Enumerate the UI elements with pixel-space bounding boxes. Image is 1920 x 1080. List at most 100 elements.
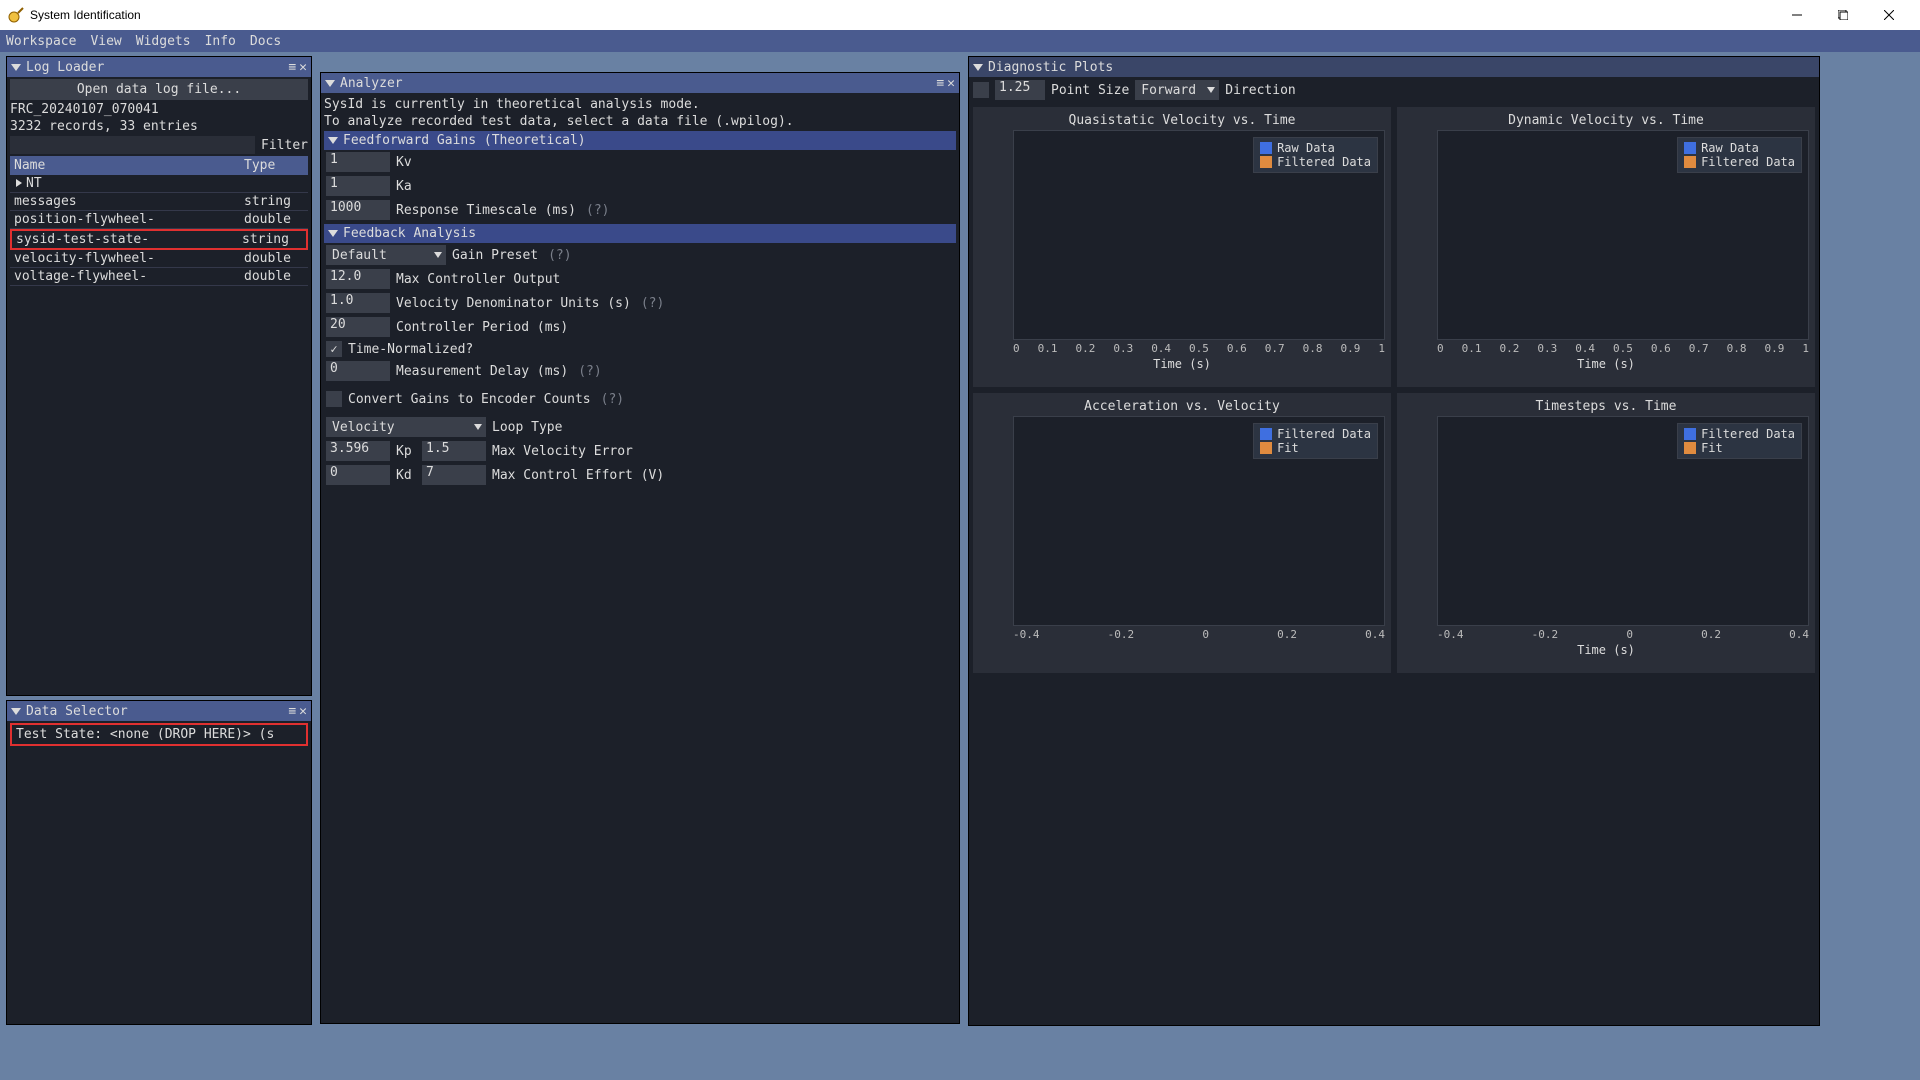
legend-swatch — [1684, 428, 1696, 440]
panel-menu-icon[interactable]: ≡ — [936, 76, 944, 91]
plot-area[interactable]: Raw DataFiltered Data — [1013, 130, 1385, 340]
filter-input[interactable] — [10, 136, 255, 154]
row-name: voltage-flywheel- — [14, 269, 244, 284]
chevron-down-icon — [1207, 87, 1215, 93]
combo-value: Velocity — [332, 420, 395, 435]
row-type: double — [244, 212, 304, 227]
collapse-icon[interactable] — [11, 64, 21, 71]
menu-view[interactable]: View — [90, 34, 121, 49]
test-state-drop[interactable]: Test State: <none (DROP HERE)> (s — [10, 723, 308, 746]
ff-section-header[interactable]: Feedforward Gains (Theoretical) — [324, 131, 956, 150]
table-row[interactable]: voltage-flywheel-double — [10, 268, 308, 286]
close-button[interactable] — [1866, 0, 1912, 30]
table-row[interactable]: velocity-flywheel-double — [10, 250, 308, 268]
panel-title: Log Loader — [26, 60, 104, 75]
ka-label: Ka — [396, 179, 412, 194]
minimize-button[interactable] — [1774, 0, 1820, 30]
help-icon[interactable]: (?) — [586, 203, 609, 218]
log-table-header: Name Type — [10, 156, 308, 175]
table-row[interactable]: sysid-test-state-string — [10, 229, 308, 250]
ka-input[interactable]: 1 — [326, 176, 390, 196]
collapse-icon[interactable] — [973, 64, 983, 71]
plot-area[interactable]: Filtered DataFit — [1013, 416, 1385, 626]
menu-workspace[interactable]: Workspace — [6, 34, 76, 49]
help-icon[interactable]: (?) — [641, 296, 664, 311]
panel-close-icon[interactable]: ✕ — [299, 60, 307, 75]
panel-menu-icon[interactable]: ≡ — [288, 60, 296, 75]
max-control-effort-label: Max Control Effort (V) — [492, 468, 664, 483]
measurement-delay-input[interactable]: 0 — [326, 361, 390, 381]
menu-info[interactable]: Info — [205, 34, 236, 49]
menu-docs[interactable]: Docs — [250, 34, 281, 49]
row-type: string — [244, 194, 304, 209]
direction-label: Direction — [1225, 83, 1295, 98]
x-label: Time (s) — [1403, 357, 1809, 371]
panel-close-icon[interactable]: ✕ — [299, 704, 307, 719]
menu-widgets[interactable]: Widgets — [136, 34, 191, 49]
help-icon[interactable]: (?) — [548, 248, 571, 263]
table-row[interactable]: NT — [10, 175, 308, 193]
table-row[interactable]: position-flywheel-double — [10, 211, 308, 229]
point-size-input[interactable]: 1.25 — [995, 80, 1045, 100]
panel-menu-icon[interactable]: ≡ — [288, 704, 296, 719]
collapse-icon[interactable] — [328, 137, 338, 144]
response-timescale-input[interactable]: 1000 — [326, 200, 390, 220]
time-normalized-label: Time-Normalized? — [348, 342, 473, 357]
fb-section-header[interactable]: Feedback Analysis — [324, 224, 956, 243]
velocity-denom-label: Velocity Denominator Units (s) — [396, 296, 631, 311]
gain-preset-combo[interactable]: Default — [326, 245, 446, 265]
panel-close-icon[interactable]: ✕ — [947, 76, 955, 91]
plot-area[interactable]: Raw DataFiltered Data — [1437, 130, 1809, 340]
log-loader-header[interactable]: Log Loader ≡ ✕ — [7, 57, 311, 77]
legend-row: Filtered Data — [1260, 427, 1371, 441]
analyzer-header[interactable]: Analyzer ≡ ✕ — [321, 73, 959, 93]
plot-area[interactable]: Filtered DataFit — [1437, 416, 1809, 626]
plot[interactable]: Acceleration vs. Velocity-0.5-0.4-0.3-0.… — [973, 393, 1391, 673]
panel-title: Data Selector — [26, 704, 128, 719]
help-icon[interactable]: (?) — [601, 392, 624, 407]
kd-input[interactable]: 0 — [326, 465, 390, 485]
plot[interactable]: Timesteps vs. Time05101520253035404550Ti… — [1397, 393, 1815, 673]
panel-title: Analyzer — [340, 76, 403, 91]
help-icon[interactable]: (?) — [578, 364, 601, 379]
tree-expand-icon[interactable] — [16, 179, 22, 187]
legend-swatch — [1684, 442, 1696, 454]
legend-row: Fit — [1684, 441, 1795, 455]
chevron-down-icon — [434, 252, 442, 258]
direction-combo[interactable]: Forward — [1135, 80, 1219, 100]
plot[interactable]: Quasistatic Velocity vs. Time00.10.20.30… — [973, 107, 1391, 387]
max-controller-output-input[interactable]: 12.0 — [326, 269, 390, 289]
maximize-button[interactable] — [1820, 0, 1866, 30]
data-selector-header[interactable]: Data Selector ≡ ✕ — [7, 701, 311, 721]
table-row[interactable]: messagesstring — [10, 193, 308, 211]
legend-row: Filtered Data — [1684, 427, 1795, 441]
loop-type-combo[interactable]: Velocity — [326, 417, 486, 437]
x-label: Time (s) — [979, 357, 1385, 371]
kv-label: Kv — [396, 155, 412, 170]
row-name: velocity-flywheel- — [14, 251, 244, 266]
x-ticks: 00.10.20.30.40.50.60.70.80.91 — [1013, 342, 1385, 355]
chevron-down-icon — [474, 424, 482, 430]
x-ticks: 00.10.20.30.40.50.60.70.80.91 — [1437, 342, 1809, 355]
collapse-icon[interactable] — [325, 80, 335, 87]
max-velocity-error-input[interactable]: 1.5 — [422, 441, 486, 461]
kp-input[interactable]: 3.596 — [326, 441, 390, 461]
collapse-icon[interactable] — [11, 708, 21, 715]
velocity-denom-input[interactable]: 1.0 — [326, 293, 390, 313]
row-type: double — [244, 269, 304, 284]
section-title: Feedforward Gains (Theoretical) — [343, 133, 586, 148]
row-name: position-flywheel- — [14, 212, 244, 227]
plot[interactable]: Dynamic Velocity vs. Time00.10.20.30.40.… — [1397, 107, 1815, 387]
kv-input[interactable]: 1 — [326, 152, 390, 172]
point-size-toggle[interactable] — [973, 82, 989, 98]
window-title: System Identification — [30, 8, 141, 22]
max-control-effort-input[interactable]: 7 — [422, 465, 486, 485]
col-name: Name — [14, 158, 244, 173]
collapse-icon[interactable] — [328, 230, 338, 237]
convert-gains-checkbox[interactable] — [326, 391, 342, 407]
time-normalized-checkbox[interactable]: ✓ — [326, 341, 342, 357]
diagnostic-plots-header[interactable]: Diagnostic Plots — [969, 57, 1819, 77]
controller-period-input[interactable]: 20 — [326, 317, 390, 337]
open-datalog-button[interactable]: Open data log file... — [10, 79, 308, 100]
section-title: Feedback Analysis — [343, 226, 476, 241]
